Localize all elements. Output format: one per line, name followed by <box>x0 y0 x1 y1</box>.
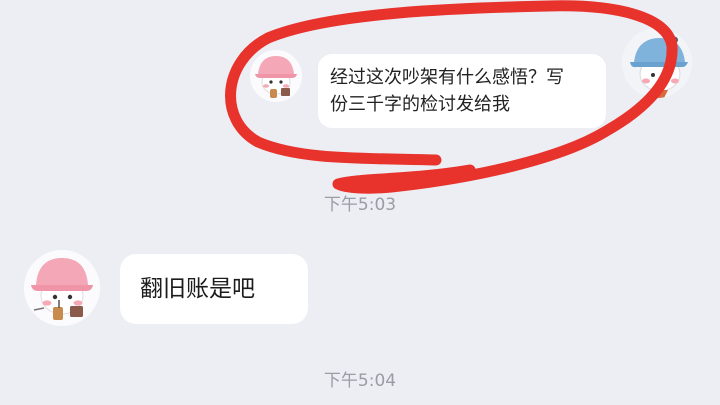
incoming-message-bubble[interactable]: 翻旧账是吧 <box>120 254 308 324</box>
quoted-avatar-icon <box>250 50 302 102</box>
outgoing-message-bubble[interactable]: 经过这次吵架有什么感悟？写 份三千字的检讨发给我 <box>318 54 606 128</box>
outgoing-message-line-1: 经过这次吵架有什么感悟？写 <box>330 67 564 88</box>
self-avatar-icon[interactable] <box>622 28 692 98</box>
timestamp-2: 下午5:04 <box>323 371 397 391</box>
chat-window: 经过这次吵架有什么感悟？写 份三千字的检讨发给我 下午5:03 翻旧账是吧 下午… <box>0 0 720 405</box>
other-avatar-icon[interactable] <box>24 250 100 326</box>
outgoing-message-line-2: 份三千字的检讨发给我 <box>330 94 510 115</box>
incoming-message-text: 翻旧账是吧 <box>140 276 255 302</box>
timestamp-1: 下午5:03 <box>323 195 397 215</box>
